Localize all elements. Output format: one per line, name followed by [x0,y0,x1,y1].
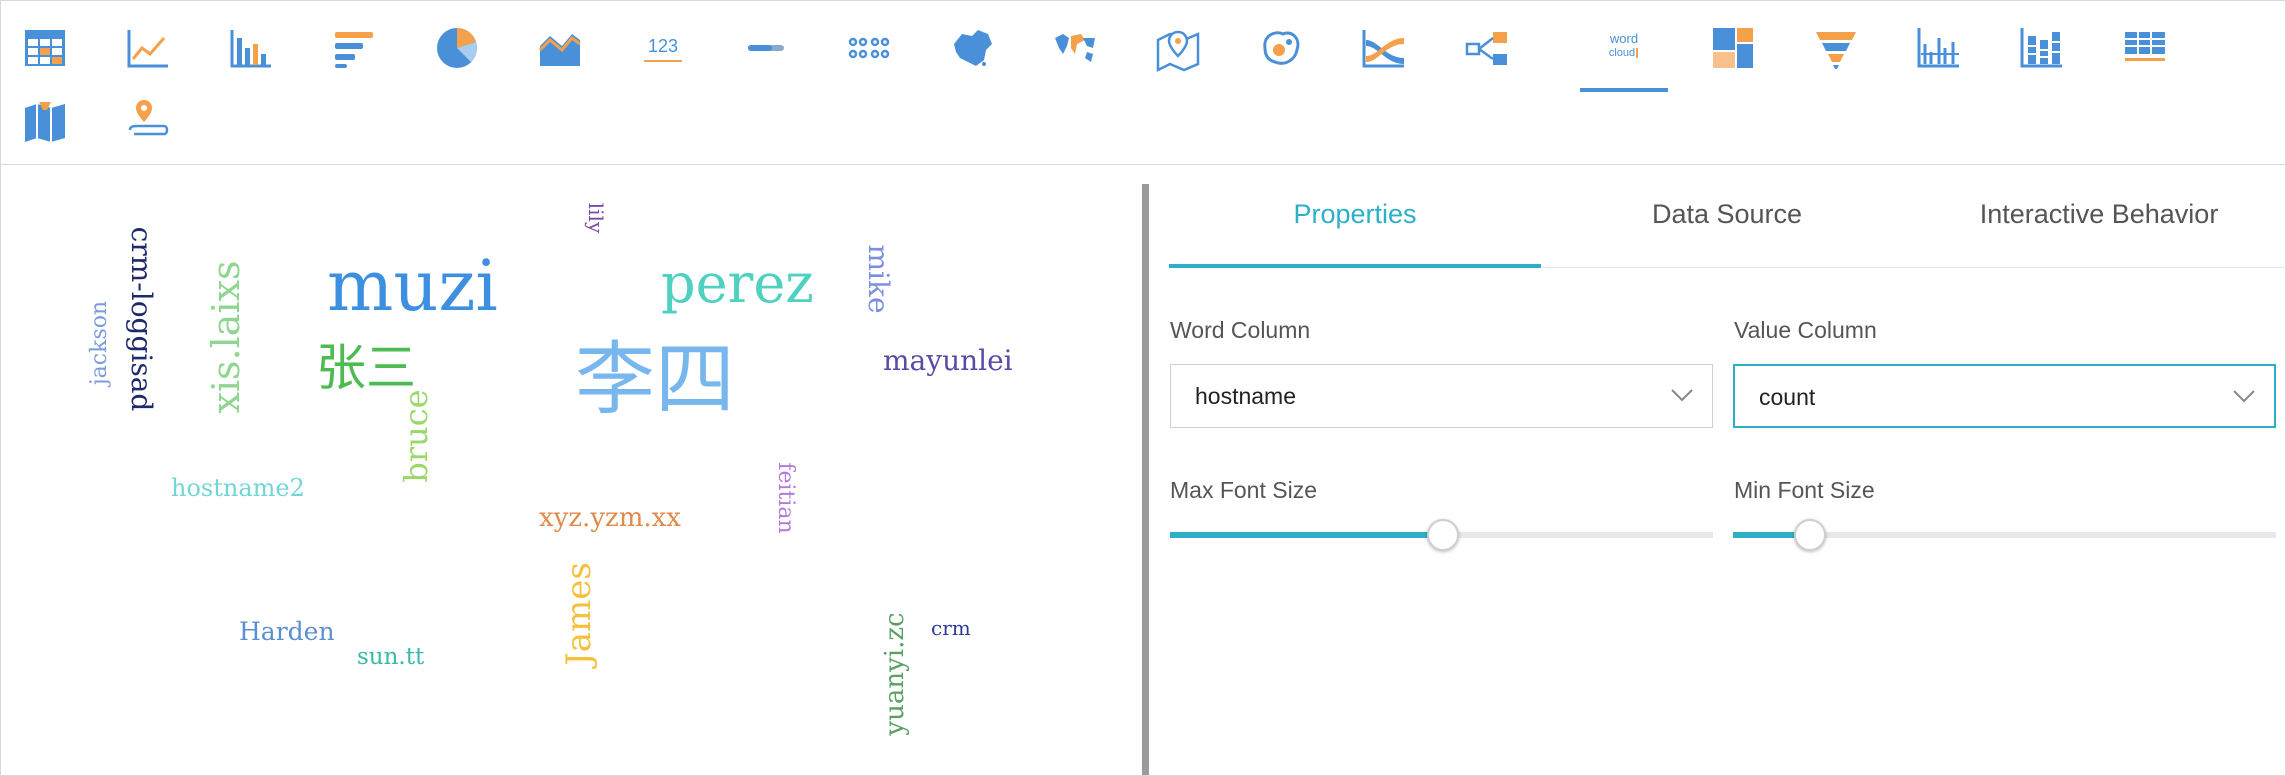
treemap-icon[interactable] [1689,4,1777,92]
pin-map-icon[interactable] [1,76,89,164]
min-font-size-label: Min Font Size [1734,477,1875,503]
slider-thumb[interactable] [1426,519,1459,551]
cloud-word: xyz.yzm.xx [539,503,681,533]
bar-chart-icon[interactable] [207,4,295,92]
location-map-icon[interactable] [1134,4,1222,92]
geo-point-icon[interactable] [104,76,192,164]
bubble-map-icon[interactable] [1237,4,1325,92]
cloud-word: yuanyi.zc [880,612,910,736]
number-kpi-icon[interactable]: 123 [619,4,707,92]
area-chart-icon[interactable] [516,4,604,92]
cloud-word: 李四 [575,333,735,426]
value-column-label: Value Column [1734,317,1877,343]
max-font-size-label: Max Font Size [1170,477,1317,503]
word-cloud-icon-line2: cloud [1609,47,1635,59]
chevron-down-icon [1671,389,1693,402]
value-column-value: count [1759,384,1816,410]
cloud-word: feitian [773,462,798,534]
chevron-down-icon [2233,390,2255,403]
china-map-icon[interactable] [928,4,1016,92]
cloud-word: sun.tt [357,644,425,670]
word-cloud-canvas: muzi perez 李四 张三 xis.laixs crm-loggisad … [1,165,1143,775]
progress-bar-icon[interactable] [722,4,810,92]
world-map-icon[interactable] [1031,4,1119,92]
funnel-icon[interactable] [1792,4,1880,92]
number-icon-text: 123 [648,36,678,56]
cloud-word: James [559,562,599,666]
tab-properties[interactable]: Properties [1169,165,1541,268]
pie-chart-icon[interactable] [413,4,501,92]
min-font-size-slider[interactable] [1733,515,2276,555]
value-column-select[interactable]: count [1733,364,2276,428]
word-column-select[interactable]: hostname [1170,364,1713,428]
cloud-word: 张三 [316,339,416,397]
cloud-word: mike [862,244,895,314]
word-cloud-editor: 123 word cloud muzi perez 李四 张三 xis.laix… [0,0,2286,776]
tab-data-source[interactable]: Data Source [1541,165,1913,267]
horizontal-bar-icon[interactable] [310,4,398,92]
flow-chart-icon[interactable] [1340,4,1428,92]
stacked-column-icon[interactable] [1998,4,2086,92]
cross-table-icon[interactable] [2101,4,2189,92]
cloud-word: muzi [327,245,498,327]
max-font-size-slider[interactable] [1170,515,1713,555]
cloud-word: hostname2 [171,474,305,502]
tab-interactive-behavior[interactable]: Interactive Behavior [1913,165,2285,267]
cloud-word: bruce [397,389,435,483]
chart-type-toolbar: 123 word cloud [1,1,2285,165]
settings-panel: Properties Data Source Interactive Behav… [1149,165,2285,775]
relation-graph-icon[interactable] [1443,4,1531,92]
cloud-word: mayunlei [883,344,1013,377]
grouped-column-icon[interactable] [1895,4,1983,92]
slider-thumb[interactable] [1794,519,1827,551]
word-column-label: Word Column [1170,317,1311,343]
cloud-word: lily [584,202,608,234]
word-cloud-icon[interactable]: word cloud [1580,4,1668,92]
cloud-word: Harden [239,617,335,646]
word-column-value: hostname [1195,383,1297,409]
cloud-word: xis.laixs [204,260,248,414]
cloud-word: jackson [87,300,112,386]
cloud-word: crm-loggisad [125,226,158,412]
slider-fill [1170,532,1442,538]
pane-splitter[interactable] [1142,184,1149,775]
word-cloud-icon-line1: word [1609,31,1638,46]
cloud-word: perez [661,252,814,315]
sankey-icon[interactable] [825,4,913,92]
cloud-word: crm [931,616,971,640]
settings-tabs: Properties Data Source Interactive Behav… [1169,165,2285,268]
